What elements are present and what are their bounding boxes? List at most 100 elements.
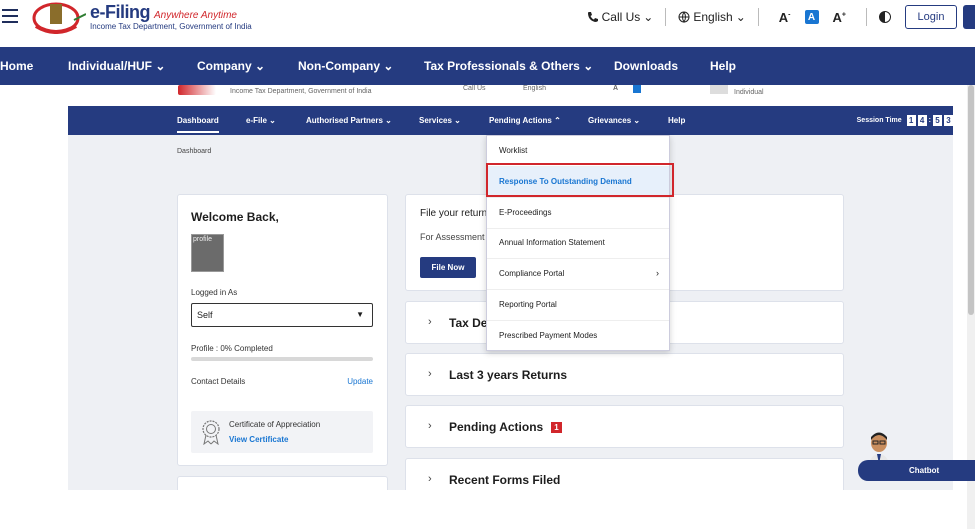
brand-tagline: Anywhere Anytime (154, 10, 237, 21)
accordion-label: Last 3 years Returns (449, 368, 568, 382)
welcome-title: Welcome Back, (191, 210, 279, 224)
chevron-up-icon: ⌃ (554, 116, 561, 125)
tab-authorised-partners-label: Authorised Partners (306, 116, 383, 125)
contact-details-label: Contact Details (191, 377, 246, 386)
menu-item-e-proceedings[interactable]: E-Proceedings (487, 198, 669, 229)
inner-department: Income Tax Department, Government of Ind… (230, 88, 372, 95)
globe-icon (678, 11, 690, 23)
scrollbar-thumb[interactable] (968, 85, 974, 315)
chevron-down-icon: ⌄ (643, 10, 654, 24)
chevron-down-icon: ⌄ (269, 116, 276, 125)
phone-icon (587, 12, 598, 22)
highlight-box (486, 163, 674, 197)
nav-home[interactable]: Home (0, 59, 33, 73)
contrast-icon[interactable] (879, 11, 891, 23)
tab-e-file-label: e-File (246, 116, 267, 125)
language-selector[interactable]: English ⌄ (678, 10, 746, 24)
nav-individual-label: Individual/HUF (68, 59, 152, 73)
inner-font-decrease[interactable]: A (613, 85, 618, 92)
nav-company[interactable]: Company ⌄ (197, 59, 265, 73)
session-digit: 5 (933, 115, 942, 126)
caret-down-icon: ▼ (356, 310, 364, 319)
welcome-card: Welcome Back, profile Logged in As Self … (177, 194, 388, 466)
nav-individual[interactable]: Individual/HUF ⌄ (68, 59, 165, 73)
chatbot-button[interactable]: Chatbot (858, 460, 975, 481)
menu-item-annual-information-statement[interactable]: Annual Information Statement (487, 228, 669, 259)
font-increase-button[interactable]: A+ (833, 10, 846, 25)
tab-dashboard[interactable]: Dashboard (177, 116, 219, 133)
logged-in-as-select[interactable]: Self ▼ (191, 303, 373, 327)
chevron-down-icon: ⌄ (383, 59, 394, 73)
divider (665, 8, 667, 26)
certificate-icon (202, 420, 220, 445)
session-digit: 4 (917, 115, 927, 126)
menu-item-reporting-portal[interactable]: Reporting Portal (487, 290, 669, 321)
menu-item-label: Compliance Portal (499, 269, 565, 278)
update-contact-link[interactable]: Update (347, 377, 373, 386)
tab-help[interactable]: Help (668, 116, 685, 125)
logo-text[interactable]: e-Filing Anywhere Anytime Income Tax Depa… (90, 2, 252, 31)
tab-grievances[interactable]: Grievances ⌄ (588, 116, 640, 125)
chevron-right-icon: › (656, 268, 659, 278)
chevron-right-icon: › (428, 473, 432, 485)
accordion-recent-forms-filed[interactable]: › Recent Forms Filed (405, 458, 844, 490)
chatbot-widget[interactable]: Chatbot (858, 432, 975, 482)
tab-services-label: Services (419, 116, 452, 125)
nav-help[interactable]: Help (710, 59, 736, 73)
font-decrease-label: A (778, 9, 789, 25)
hamburger-menu-icon[interactable] (2, 9, 18, 23)
accordion-last-3-years-returns[interactable]: › Last 3 years Returns (405, 353, 844, 396)
chevron-down-icon: ⌄ (735, 10, 746, 24)
call-us-label: Call Us (601, 10, 641, 24)
profile-status: Profile : 0% Completed (191, 344, 273, 353)
tab-authorised-partners[interactable]: Authorised Partners ⌄ (306, 116, 392, 125)
emblem-logo (32, 2, 86, 34)
session-digit: 1 (906, 115, 916, 126)
divider (866, 8, 867, 26)
inner-user-role: Individual (734, 89, 764, 96)
tab-pending-actions-label: Pending Actions (489, 116, 552, 125)
call-us-link[interactable]: Call Us ⌄ (587, 10, 654, 24)
accordion-label: Recent Forms Filed (449, 473, 561, 487)
tab-pending-actions[interactable]: Pending Actions ⌃ (489, 116, 561, 125)
inner-call-us[interactable]: Call Us (463, 85, 486, 92)
register-button[interactable] (963, 5, 975, 29)
header-utilities: Call Us ⌄ English ⌄ A- A A+ Login (587, 5, 975, 29)
session-timer: Session Time 1 4 : 5 3 (857, 115, 953, 126)
dashboard-nav: Dashboard e-File ⌄ Authorised Partners ⌄… (68, 106, 953, 135)
site-header: e-Filing Anywhere Anytime Income Tax Depa… (0, 0, 975, 47)
accordion-label: Pending Actions 1 (449, 420, 562, 434)
menu-item-compliance-portal[interactable]: Compliance Portal › (487, 259, 669, 290)
chevron-right-icon: › (428, 420, 432, 432)
file-now-button[interactable]: File Now (420, 257, 476, 278)
inner-avatar[interactable] (710, 85, 728, 94)
view-certificate-link[interactable]: View Certificate (229, 435, 288, 444)
nav-non-company[interactable]: Non-Company ⌄ (298, 59, 393, 73)
avatar[interactable]: profile (191, 234, 224, 272)
accordion-label-text: Pending Actions (449, 420, 544, 434)
chevron-right-icon: › (428, 368, 432, 380)
chevron-down-icon: ⌄ (155, 59, 166, 73)
chevron-down-icon: ⌄ (583, 59, 594, 73)
chevron-down-icon: ⌄ (454, 116, 461, 125)
font-normal-button[interactable]: A (804, 10, 819, 24)
inner-language[interactable]: English (523, 85, 546, 92)
nav-non-company-label: Non-Company (298, 59, 380, 73)
inner-font-normal[interactable] (633, 85, 641, 93)
chevron-down-icon: ⌄ (385, 116, 392, 125)
certificate-title: Certificate of Appreciation (229, 420, 321, 429)
tab-services[interactable]: Services ⌄ (419, 116, 461, 125)
nav-tax-professionals[interactable]: Tax Professionals & Others ⌄ (424, 59, 593, 73)
logged-in-label: Logged in As (191, 288, 238, 297)
nav-company-label: Company (197, 59, 252, 73)
breadcrumb[interactable]: Dashboard (177, 148, 211, 155)
accordion-pending-actions[interactable]: › Pending Actions 1 (405, 405, 844, 448)
inner-header: Income Tax Department, Government of Ind… (68, 85, 953, 106)
chevron-right-icon: › (428, 316, 432, 328)
nav-downloads[interactable]: Downloads (614, 59, 678, 73)
tab-e-file[interactable]: e-File ⌄ (246, 116, 276, 125)
font-decrease-button[interactable]: A- (779, 10, 791, 25)
menu-item-prescribed-payment-modes[interactable]: Prescribed Payment Modes (487, 321, 669, 352)
login-button[interactable]: Login (905, 5, 957, 29)
inner-logo (178, 85, 216, 95)
